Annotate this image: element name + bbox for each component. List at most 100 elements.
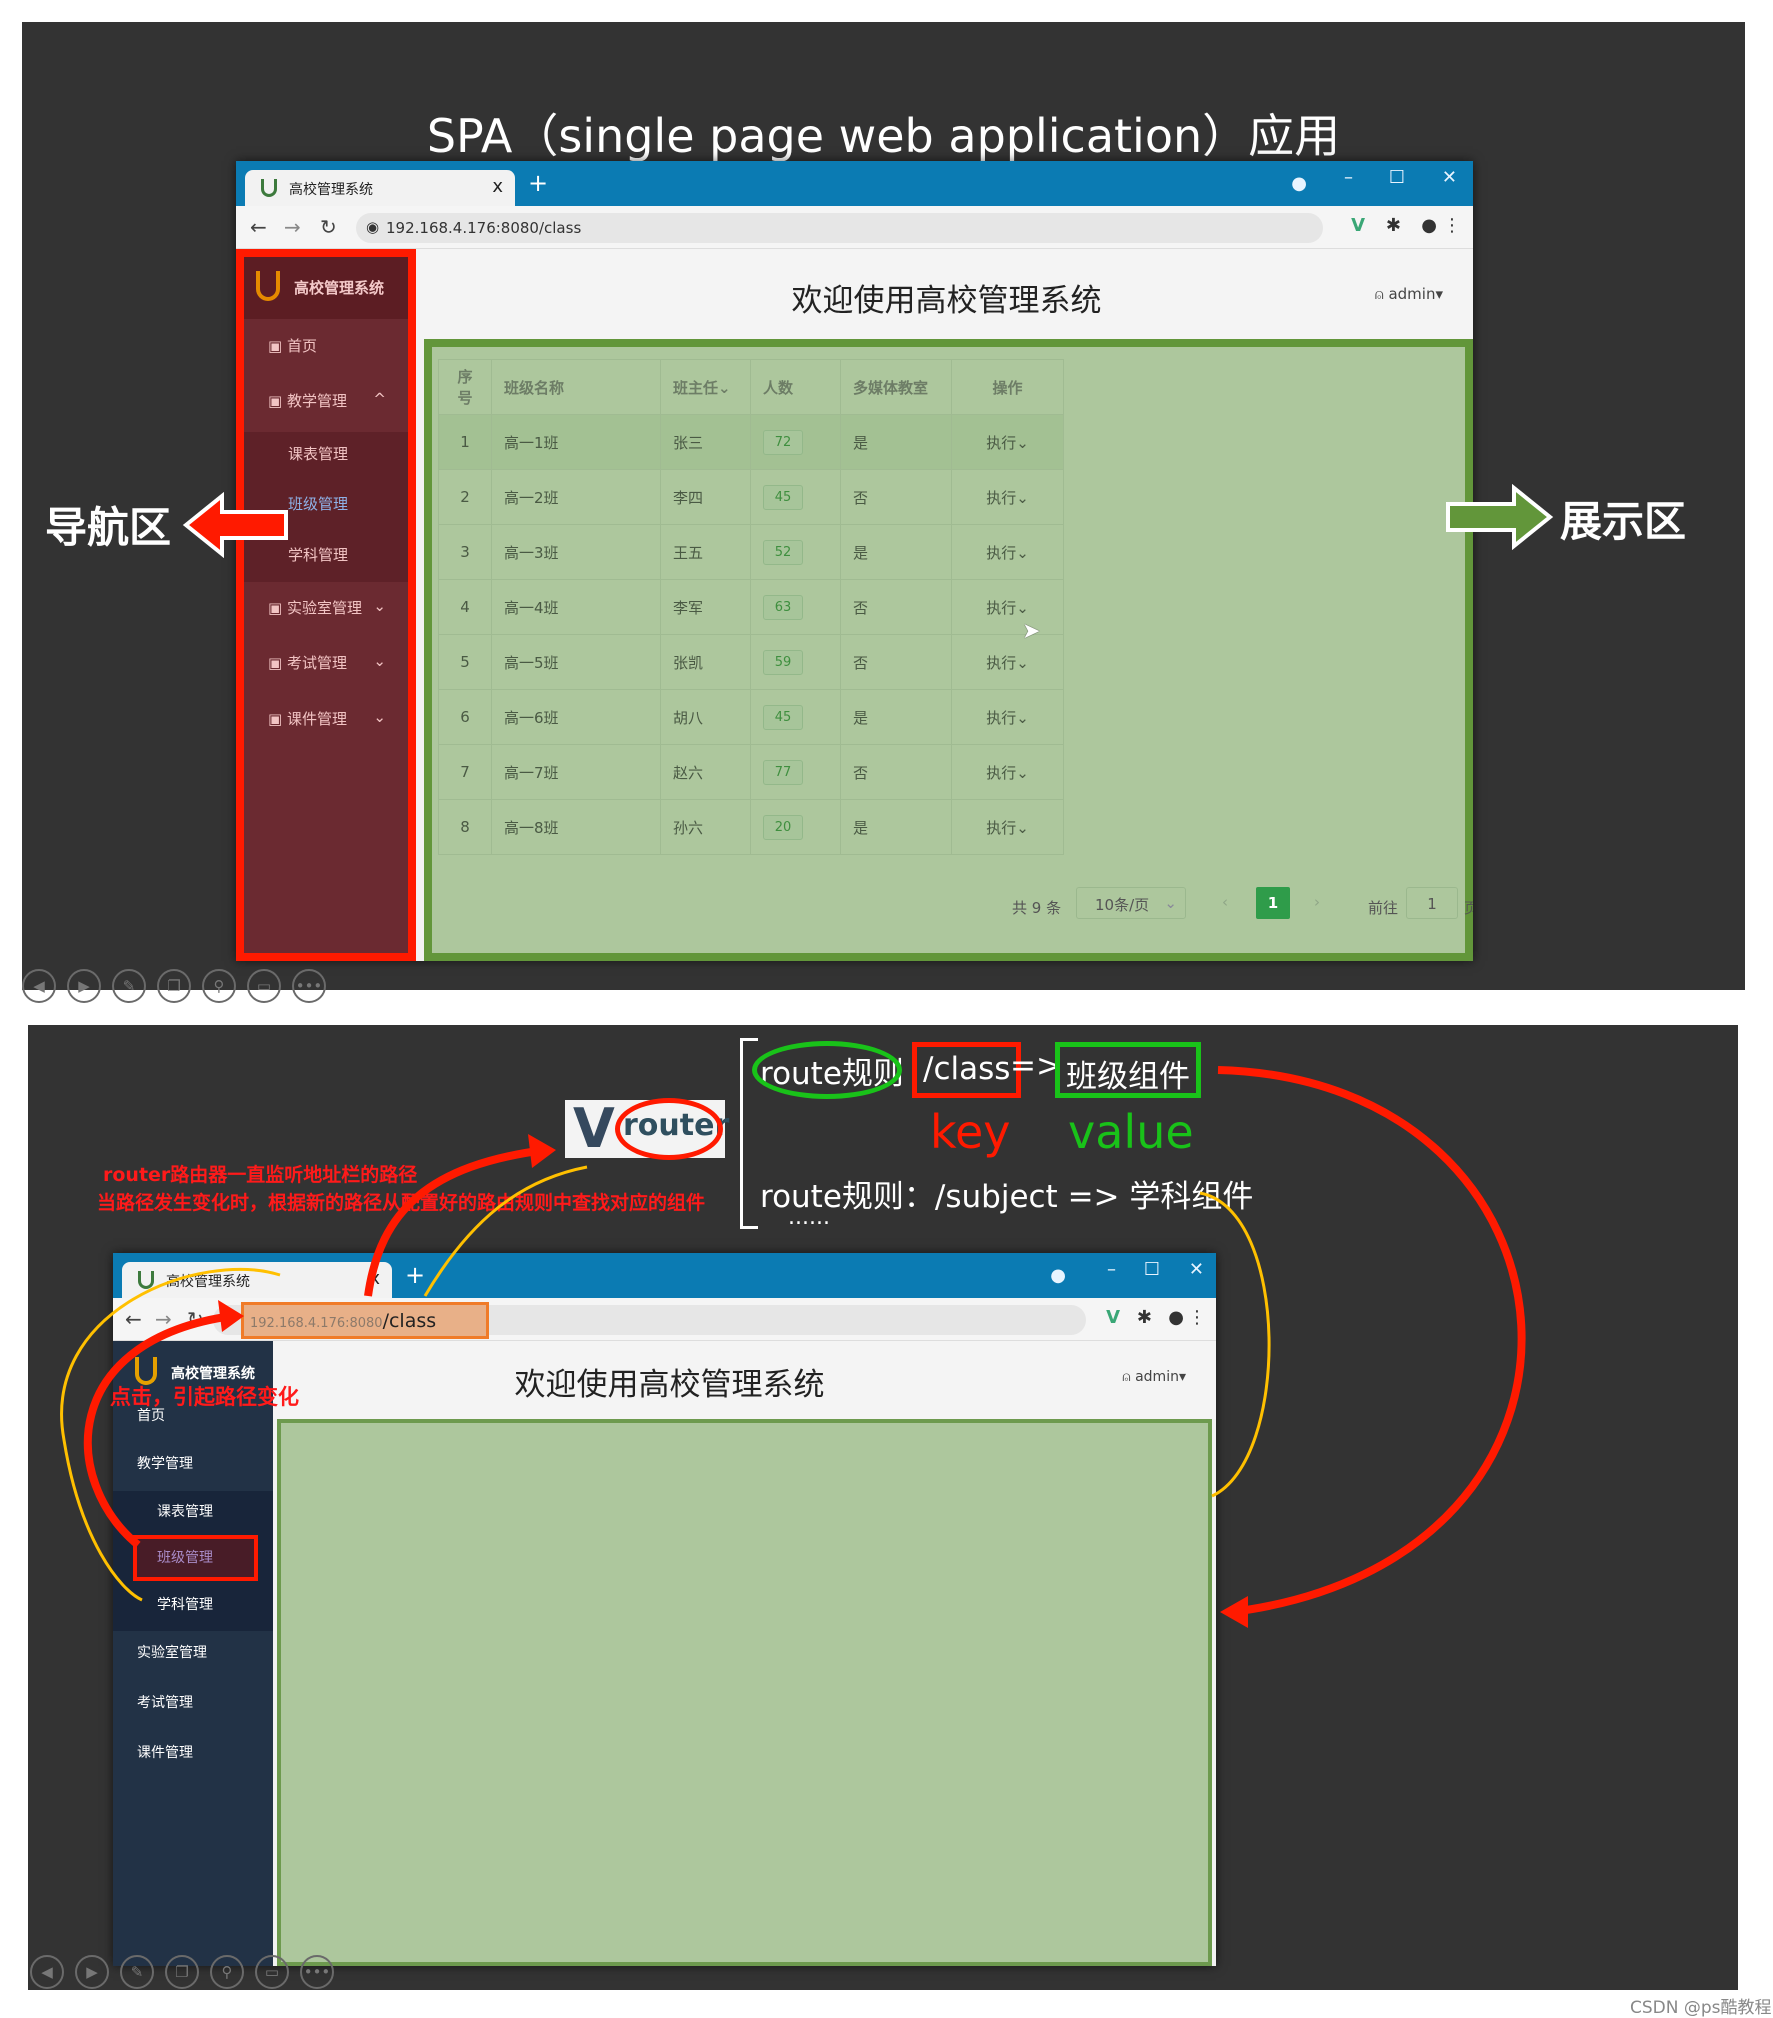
profile-icon[interactable]: ● <box>1421 215 1437 236</box>
minimize-button[interactable]: – <box>1344 167 1353 188</box>
table-cell: 胡八 <box>660 689 751 745</box>
prev-page-button[interactable]: ‹ <box>1222 893 1228 911</box>
new-tab-button[interactable]: + <box>405 1261 425 1289</box>
table-cell: 否 <box>840 469 952 525</box>
sidebar-item-1[interactable]: ▣ 教学管理 ^ <box>244 390 408 411</box>
prev-icon[interactable]: ◀ <box>22 969 56 1003</box>
maximize-button[interactable]: ☐ <box>1144 1259 1160 1280</box>
table-cell: 否 <box>840 634 952 690</box>
tab-title: 高校管理系统 <box>289 182 373 198</box>
rule1-key: /class <box>912 1042 1022 1098</box>
more-icon[interactable]: ••• <box>292 969 326 1003</box>
slides-icon[interactable]: ❐ <box>157 969 191 1003</box>
action-dropdown[interactable]: 执行⌄ <box>986 489 1029 507</box>
close-window-button[interactable]: ✕ <box>1442 167 1457 188</box>
table-cell: 李四 <box>660 469 751 525</box>
back-button[interactable]: ← <box>250 215 267 239</box>
content-area: 序号 班级名称 班主任⌄ 人数 多媒体教室 操作 1 高一1班 张三 72 是执行⌄ 2 高一2班 李四 4… <box>424 339 1473 961</box>
user-menu[interactable]: ⍝ admin▾ <box>1375 285 1443 303</box>
sidebar-item-label: 学科管理 <box>288 546 349 564</box>
row-index: 4 <box>460 598 470 616</box>
prev-icon[interactable]: ◀ <box>30 1955 64 1989</box>
zoom-icon[interactable]: ⚲ <box>210 1955 244 1989</box>
browser-tab[interactable]: 高校管理系统 x <box>122 1262 392 1298</box>
vue-devtools-icon[interactable]: V <box>1351 215 1365 236</box>
back-button[interactable]: ← <box>125 1307 142 1331</box>
sidebar-item-3[interactable]: 班级管理 <box>244 493 408 514</box>
nav-area-label: 导航区 <box>45 503 172 552</box>
head-teacher: 孙六 <box>673 818 704 837</box>
pen-icon[interactable]: ✎ <box>120 1955 154 1989</box>
next-page-button[interactable]: › <box>1314 893 1320 911</box>
action-dropdown[interactable]: 执行⌄ <box>986 434 1029 452</box>
sidebar-item-1[interactable]: 教学管理 <box>113 1453 273 1473</box>
action-dropdown[interactable]: 执行⌄ <box>986 654 1029 672</box>
action-dropdown[interactable]: 执行⌄ <box>986 819 1029 837</box>
table-cell: 执行⌄ <box>951 524 1064 580</box>
action-dropdown[interactable]: 执行⌄ <box>986 599 1029 617</box>
table-cell: 5 <box>438 634 492 690</box>
sidebar-item-2[interactable]: 课表管理 <box>244 443 408 464</box>
table-cell: 高一2班 <box>491 469 661 525</box>
tab-close-button[interactable]: x <box>369 1268 380 1289</box>
address-bar-row: ← → ↻ ◉ 192.168.4.176:8080/class V ✱ ● ⋮ <box>236 206 1473 249</box>
browser-tab[interactable]: 高校管理系统 x <box>245 170 515 206</box>
minimize-button[interactable]: – <box>1107 1259 1116 1280</box>
goto-page-input[interactable]: 1 <box>1406 887 1458 919</box>
next-icon[interactable]: ▶ <box>75 1955 109 1989</box>
row-index: 8 <box>460 818 470 836</box>
menu-icon[interactable]: ⋮ <box>1443 215 1461 236</box>
sidebar-item-7[interactable]: ▣ 课件管理 ⌄ <box>244 708 408 729</box>
sidebar-item-5[interactable]: 实验室管理 <box>113 1642 273 1662</box>
pen-icon[interactable]: ✎ <box>112 969 146 1003</box>
sidebar-item-label: 教学管理 <box>137 1456 193 1472</box>
url-highlight[interactable]: 192.168.4.176:8080/class <box>241 1302 489 1339</box>
zoom-icon[interactable]: ⚲ <box>202 969 236 1003</box>
subtitle-icon[interactable]: ▭ <box>247 969 281 1003</box>
sidebar-item-3[interactable]: 班级管理 <box>113 1547 273 1567</box>
sidebar-item-6[interactable]: ▣ 考试管理 ⌄ <box>244 652 408 673</box>
forward-button[interactable]: → <box>284 215 301 239</box>
sidebar-item-2[interactable]: 课表管理 <box>113 1501 273 1521</box>
user-menu[interactable]: ⍝ admin▾ <box>1122 1369 1186 1385</box>
slides-icon[interactable]: ❐ <box>165 1955 199 1989</box>
column-header: 人数 <box>750 359 841 415</box>
next-icon[interactable]: ▶ <box>67 969 101 1003</box>
tab-close-button[interactable]: x <box>492 176 503 197</box>
vue-devtools-icon[interactable]: V <box>1106 1307 1120 1328</box>
reload-button[interactable]: ↻ <box>187 1307 204 1331</box>
sidebar-item-0[interactable]: 首页 <box>113 1405 273 1425</box>
url-input[interactable]: ◉ 192.168.4.176:8080/class <box>356 213 1323 243</box>
table-cell: 是 <box>840 414 952 470</box>
page-heading: 欢迎使用高校管理系统 <box>514 1367 825 1403</box>
mouse-cursor-icon: ➤ <box>1022 619 1041 644</box>
sidebar-item-6[interactable]: 考试管理 <box>113 1692 273 1712</box>
extensions-icon[interactable]: ✱ <box>1137 1307 1152 1328</box>
page-1-button[interactable]: 1 <box>1256 887 1290 919</box>
sidebar-item-5[interactable]: ▣ 实验室管理 ⌄ <box>244 597 408 618</box>
action-dropdown[interactable]: 执行⌄ <box>986 709 1029 727</box>
sidebar-item-7[interactable]: 课件管理 <box>113 1742 273 1762</box>
sidebar-item-label: 考试管理 <box>286 654 347 672</box>
new-tab-button[interactable]: + <box>528 169 548 197</box>
maximize-button[interactable]: ☐ <box>1389 167 1405 188</box>
menu-icon[interactable]: ⋮ <box>1188 1307 1206 1328</box>
more-icon[interactable]: ••• <box>300 1955 334 1989</box>
sidebar-item-0[interactable]: ▣ 首页 <box>244 335 408 356</box>
action-dropdown[interactable]: 执行⌄ <box>986 764 1029 782</box>
address-bar-row: ← → ↻ 192.168.4.176:8080/class V ✱ ● ⋮ <box>113 1298 1216 1341</box>
close-window-button[interactable]: ✕ <box>1189 1259 1204 1280</box>
row-index: 1 <box>460 433 470 451</box>
row-index: 5 <box>460 653 470 671</box>
column-header[interactable]: 班主任⌄ <box>660 359 751 415</box>
subtitle-icon[interactable]: ▭ <box>255 1955 289 1989</box>
profile-icon[interactable]: ● <box>1168 1307 1184 1328</box>
page-size-select[interactable]: 10条/页 ⌄ <box>1076 887 1186 919</box>
action-dropdown[interactable]: 执行⌄ <box>986 544 1029 562</box>
forward-button[interactable]: → <box>155 1307 172 1331</box>
sidebar-item-4[interactable]: 学科管理 <box>113 1594 273 1614</box>
reload-button[interactable]: ↻ <box>320 215 337 239</box>
extensions-icon[interactable]: ✱ <box>1386 215 1401 236</box>
red-circle-mark <box>615 1098 723 1160</box>
sidebar-item-4[interactable]: 学科管理 <box>244 544 408 565</box>
